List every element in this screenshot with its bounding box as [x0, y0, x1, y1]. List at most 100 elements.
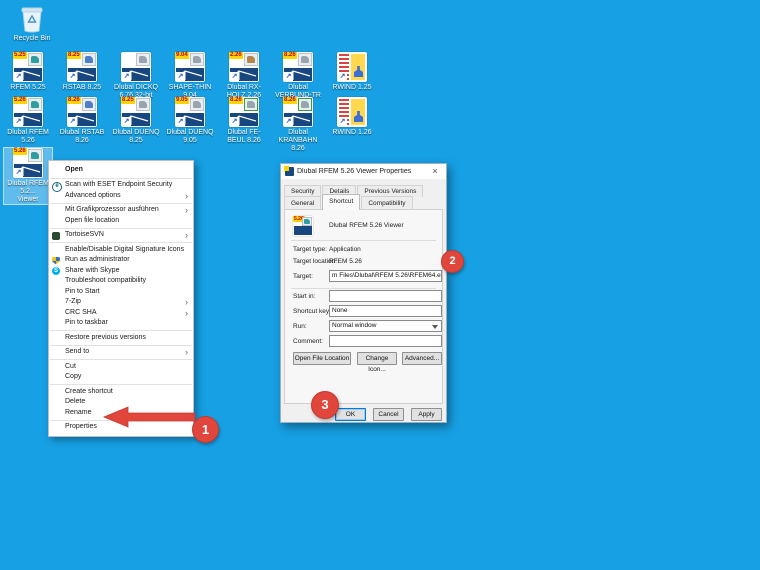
menu-item-share-with-skype[interactable]: SShare with Skype: [49, 266, 193, 277]
tab-shortcut[interactable]: Shortcut: [322, 194, 360, 210]
desktop-icon-dlubal-rx-holz-2-26[interactable]: 2.26↗Dlubal RX-HOLZ 2.26: [220, 52, 268, 100]
tab-compatibility[interactable]: Compatibility: [361, 196, 412, 210]
run-select[interactable]: Normal window: [329, 320, 442, 332]
recycle-bin-icon: [6, 5, 58, 33]
desktop-icon-rwind-1-25[interactable]: ↗ RWIND 1.25: [328, 52, 376, 92]
comment-input[interactable]: [329, 335, 442, 347]
menu-item-send-to[interactable]: Send to›: [49, 347, 193, 358]
menu-item-advanced-options[interactable]: Advanced options›: [49, 191, 193, 202]
dlubal-app-icon: 8.26↗: [229, 97, 259, 127]
version-badge: 8.25: [67, 52, 81, 59]
version-badge: 9.05: [175, 97, 189, 104]
cancel-button[interactable]: Cancel: [373, 408, 404, 421]
desktop-icon-rwind-1-26[interactable]: ↗RWIND 1.26: [328, 97, 376, 137]
submenu-chevron-icon: ›: [185, 297, 188, 308]
rwind-app-icon: ↗: [337, 97, 367, 127]
menu-item-pin-to-taskbar[interactable]: Pin to taskbar: [49, 318, 193, 329]
desktop-icon-dlubal-rstab-8-26[interactable]: 8.26↗Dlubal RSTAB 8.26: [58, 97, 106, 145]
version-badge: 2.26: [229, 52, 243, 59]
menu-item-restore-previous-versions[interactable]: Restore previous versions: [49, 333, 193, 344]
menu-item-label: Restore previous versions: [65, 334, 146, 341]
tab-general[interactable]: General: [284, 196, 321, 210]
desktop-icon-label: Dlubal FE-BEUL 8.26: [220, 129, 268, 145]
desktop-icon-label: RFEM 5.25: [4, 84, 52, 92]
version-badge: 8.26: [283, 97, 297, 104]
desktop-icon-recycle-bin[interactable]: Recycle Bin: [6, 5, 58, 43]
menu-separator: [50, 330, 192, 331]
menu-item-tortoisesvn[interactable]: TortoiseSVN›: [49, 230, 193, 241]
menu-item-scan-with-eset-endpoint-security[interactable]: eScan with ESET Endpoint Security: [49, 180, 193, 191]
menu-item-pin-to-start[interactable]: Pin to Start: [49, 287, 193, 298]
menu-separator: [50, 228, 192, 229]
desktop-icon-dlubal-rfem-5-2-viewer[interactable]: 5.26↗Dlubal RFEM 5.2... Viewer: [4, 148, 52, 204]
desktop-icon-dlubal-kranbahn-8-26[interactable]: 8.26↗Dlubal KRANBAHN 8.26: [274, 97, 322, 153]
module-glyph-icon: [136, 53, 150, 66]
annotation-step-3: 3: [311, 391, 339, 419]
dlubal-app-icon: 8.26↗: [283, 52, 313, 82]
tab-row-front: GeneralShortcutCompatibility: [284, 196, 414, 210]
submenu-chevron-icon: ›: [185, 205, 188, 216]
shortcut-arrow-icon: ↗: [68, 72, 77, 81]
desktop-icon-dlubal-rfem-5-26[interactable]: 5.26↗Dlubal RFEM 5.26: [4, 97, 52, 145]
annotation-arrow-1: [100, 403, 198, 431]
rwind-app-icon: ↗: [337, 52, 367, 82]
apply-button[interactable]: Apply: [411, 408, 442, 421]
version-badge: 8.26: [67, 97, 81, 104]
desktop-icon-dlubal-duenq-8-25[interactable]: 8.25↗Dlubal DUENQ 8.25: [112, 97, 160, 145]
shortcut-arrow-icon: ↗: [284, 72, 293, 81]
dlubal-app-icon: 8.25 ↗: [67, 52, 97, 82]
menu-item-7-zip[interactable]: 7-Zip›: [49, 297, 193, 308]
desktop-icon-rstab-8-25[interactable]: 8.25↗RSTAB 8.25: [58, 52, 106, 92]
desktop-icon-shape-thin-9-04[interactable]: 9.04↗SHAPE-THIN 9.04: [166, 52, 214, 100]
annotation-step-1: 1: [192, 416, 219, 443]
menu-item-crc-sha[interactable]: CRC SHA›: [49, 308, 193, 319]
target-type-value: Application: [329, 246, 361, 253]
desktop-icon-rfem-5-25[interactable]: 5.25↗ RFEM 5.25: [4, 52, 52, 92]
dlubal-app-icon: 5.25↗: [13, 52, 43, 82]
menu-item-label: Cut: [65, 363, 76, 370]
desktop-icon-dlubal-dickq-6-76-32-bit[interactable]: ↗Dlubal DICKQ 6.76 32-bit: [112, 52, 160, 100]
run-value: Normal window: [332, 322, 376, 329]
menu-item-open[interactable]: Open: [49, 164, 193, 176]
shortcut-arrow-icon: ↗: [14, 72, 23, 81]
menu-item-cut[interactable]: Cut: [49, 362, 193, 373]
change-icon-button[interactable]: Change Icon...: [357, 352, 397, 365]
desktop-icon-label: RWIND 1.25: [328, 84, 376, 92]
desktop-icon-dlubal-duenq-9-05[interactable]: 9.05↗ Dlubal DUENQ 9.05: [166, 97, 214, 145]
dlubal-app-icon: 9.05↗: [175, 97, 205, 127]
menu-item-troubleshoot-compatibility[interactable]: Troubleshoot compatibility: [49, 276, 193, 287]
shortcut-key-input[interactable]: None: [329, 305, 442, 317]
desktop-icon-dlubal-fe-beul-8-26[interactable]: 8.26↗ Dlubal FE-BEUL 8.26: [220, 97, 268, 145]
menu-separator: [50, 203, 192, 204]
menu-item-label: Send to: [65, 348, 89, 355]
menu-separator: [50, 359, 192, 360]
target-input[interactable]: m Files\Dlubal\RFEM 5.26\RFEM64.exe"/Vie…: [329, 270, 442, 282]
menu-item-enable-disable-digital-signature-icons[interactable]: Enable/Disable Digital Signature Icons: [49, 245, 193, 256]
advanced-button[interactable]: Advanced...: [402, 352, 442, 365]
menu-separator: [50, 178, 192, 179]
dlubal-app-icon: 5.26↗: [13, 148, 43, 178]
menu-item-copy[interactable]: Copy: [49, 372, 193, 383]
menu-item-label: Enable/Disable Digital Signature Icons: [65, 246, 184, 253]
module-glyph-icon: [190, 53, 204, 66]
ok-button[interactable]: OK: [335, 408, 366, 421]
desktop-icon-label: Dlubal DUENQ 9.05: [166, 129, 214, 145]
menu-item-create-shortcut[interactable]: Create shortcut: [49, 387, 193, 398]
menu-item-label: CRC SHA: [65, 309, 97, 316]
menu-separator: [50, 242, 192, 243]
skype-icon: S: [52, 267, 60, 275]
menu-item-mit-grafikprozessor-ausf-hren[interactable]: Mit Grafikprozessor ausführen›: [49, 205, 193, 216]
menu-separator: [50, 345, 192, 346]
menu-item-label: TortoiseSVN: [65, 231, 104, 238]
desktop-icon-label: Dlubal RFEM 5.2... Viewer: [4, 180, 52, 204]
menu-item-run-as-administrator[interactable]: Run as administrator: [49, 255, 193, 266]
annotation-step-2: 2: [441, 250, 464, 273]
start-in-input[interactable]: [329, 290, 442, 302]
module-glyph-icon: [28, 149, 42, 162]
tortoisesvn-icon: [52, 232, 60, 240]
close-icon[interactable]: ×: [428, 165, 442, 178]
menu-item-open-file-location[interactable]: Open file location: [49, 216, 193, 227]
open-file-location-button[interactable]: Open File Location: [293, 352, 351, 365]
shortcut-arrow-icon: ↗: [338, 72, 347, 81]
dlubal-app-icon: 5.26↗: [13, 97, 43, 127]
